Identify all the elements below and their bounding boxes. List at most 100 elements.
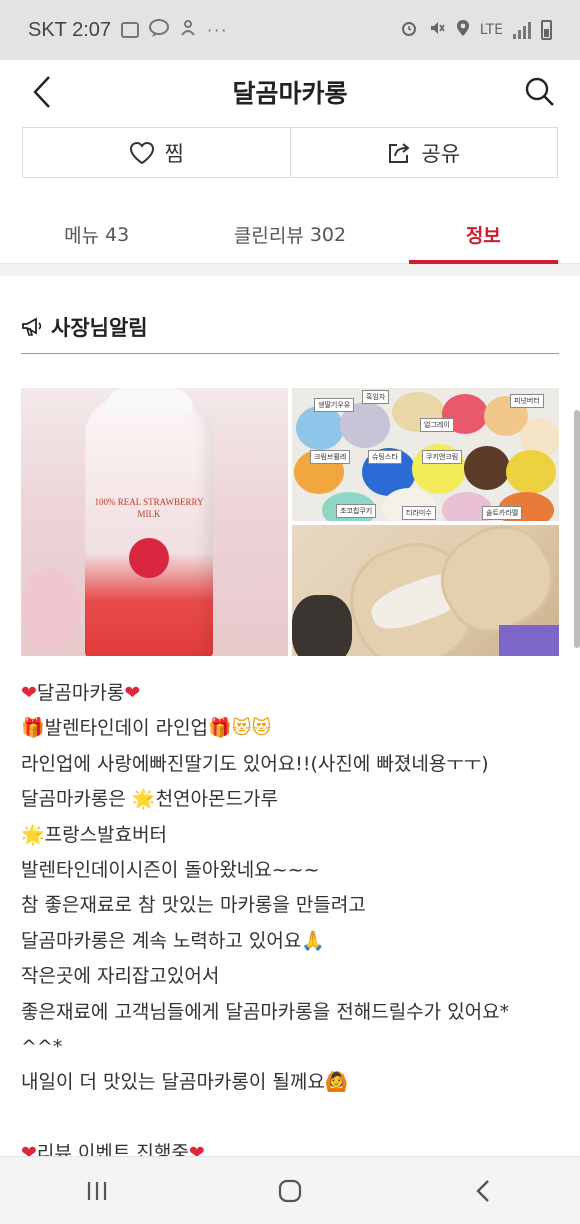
gift-cat-icons: 🎁😻😻	[208, 717, 272, 740]
network-type: LTE	[479, 22, 503, 38]
tab-menu-label: 메뉴	[64, 225, 100, 247]
alarm-icon	[400, 19, 418, 41]
share-icon	[389, 142, 411, 163]
heart-icon: ❤	[188, 1141, 205, 1156]
like-button[interactable]: 찜	[23, 128, 290, 177]
post-line-text: 내일이 더 맛있는 달곰마카롱이 될께요	[21, 1071, 325, 1094]
post-line: 라인업에 사랑에빠진딸기도 있어요!!(사진에 빠졌네용ㅜㅜ)	[21, 747, 559, 782]
post-line-text: 작은곳에 자리잡고있어서	[21, 965, 220, 988]
sparkle-icon: 🌟	[21, 823, 45, 846]
post-line: 발렌타인데이시즌이 돌아왔네요~~~	[21, 853, 559, 888]
home-icon	[278, 1179, 302, 1202]
post-line: ❤달곰마카롱❤	[21, 676, 559, 711]
battery-icon	[541, 20, 552, 40]
heart-icon: ❤	[124, 682, 141, 704]
post-line-text: ^^*	[21, 1036, 63, 1059]
purple-background-image	[499, 625, 559, 656]
gift-icon: 🎁	[21, 717, 45, 740]
macaron-tag: 초코칩쿠키	[336, 504, 377, 518]
post-line: 🎁발렌타인데이 라인업🎁😻😻	[21, 711, 559, 746]
notice-title: 사장님알림	[51, 315, 148, 340]
macaron-tag: 티라미수	[402, 506, 436, 520]
scrollbar[interactable]	[574, 410, 580, 648]
more-notifications-icon: ···	[207, 20, 229, 40]
post-line-text: 리뷰 이벤트 진행중	[36, 1141, 189, 1156]
post-line-text: 프랑스발효버터	[44, 823, 168, 846]
heart-icon: ❤	[21, 682, 37, 704]
gesture-icon: 🙆	[324, 1071, 349, 1094]
tab-bar: 메뉴 43 클린리뷰 302 정보	[0, 206, 580, 264]
post-line: 🌟프랑스발효버터	[21, 818, 559, 853]
notice-photos: 100% REAL STRAWBERRY MILK 생딸기우유 흑임자 얼그레이…	[21, 388, 559, 656]
status-bar: SKT 2:07 ··· LTE	[0, 0, 580, 60]
tab-clean-review[interactable]: 클린리뷰 302	[193, 206, 386, 263]
cookie-macaron-photo[interactable]	[292, 525, 559, 656]
recent-apps-icon	[87, 1181, 106, 1200]
background-blur-image	[21, 568, 81, 648]
signal-icon	[513, 21, 531, 39]
post-line-text: 참 좋은재료로 참 맛있는 마카롱을 만들려고	[21, 894, 366, 917]
bottle-cap-image	[105, 388, 193, 414]
tab-review-label: 클린리뷰	[233, 225, 304, 247]
macaron-tag: 얼그레이	[420, 418, 454, 432]
post-line-text: 발렌타인데이시즌이 돌아왔네요~~~	[21, 859, 320, 882]
strawberry-milk-photo[interactable]: 100% REAL STRAWBERRY MILK	[21, 388, 288, 656]
post-line: 내일이 더 맛있는 달곰마카롱이 될께요🙆	[21, 1065, 559, 1100]
macaron-tag: 쿠키앤크림	[422, 450, 463, 464]
post-line-text: 라인업에 사랑에빠진딸기도 있어요!!(사진에 빠졌네용ㅜㅜ)	[21, 752, 489, 775]
megaphone-icon	[22, 316, 42, 336]
post-line: 참 좋은재료로 참 맛있는 마카롱을 만들려고	[21, 888, 559, 923]
gallery-icon	[121, 22, 140, 38]
tab-menu-count: 43	[105, 223, 130, 246]
recent-apps-button[interactable]	[67, 1167, 127, 1215]
post-line: ^^*	[21, 1030, 559, 1065]
post-line-text: 달곰마카롱	[36, 682, 125, 704]
search-button[interactable]	[516, 68, 564, 116]
post-line: 달곰마카롱은 계속 노력하고 있어요🙏	[21, 924, 559, 959]
macaron-tag: 크림브륄레	[310, 450, 351, 464]
tab-info-label: 정보	[465, 225, 501, 247]
message-icon	[149, 18, 170, 42]
nav-back-button[interactable]	[453, 1167, 513, 1215]
search-icon	[525, 77, 554, 106]
macaron-tag: 피넛버터	[510, 394, 544, 408]
tab-review-count: 302	[309, 223, 347, 246]
home-button[interactable]	[260, 1167, 320, 1215]
back-button[interactable]	[18, 68, 66, 116]
tab-info[interactable]: 정보	[387, 206, 580, 264]
post-line: ❤리뷰 이벤트 진행중❤	[21, 1136, 559, 1156]
location-icon	[456, 19, 470, 41]
macaron-image	[464, 446, 510, 490]
notice-body: ❤달곰마카롱❤ 🎁발렌타인데이 라인업🎁😻😻 라인업에 사랑에빠진딸기도 있어요…	[21, 676, 559, 1156]
share-button[interactable]: 공유	[289, 128, 558, 177]
heart-icon: ❤	[21, 1141, 37, 1156]
macaron-tag: 슈팅스타	[368, 450, 402, 464]
post-line-text: 좋은재료에 고객님들에게 달곰마카롱을 전해드릴수가 있어요*	[21, 1000, 510, 1023]
pray-icon: 🙏	[301, 929, 325, 952]
page-title: 달곰마카롱	[232, 79, 348, 108]
notice-header: 사장님알림	[21, 276, 559, 354]
photo-right-column: 생딸기우유 흑임자 얼그레이 피넛버터 크림브륄레 슈팅스타 쿠키앤크림 초코칩…	[292, 388, 559, 656]
owner-notice-section: 사장님알림 100% REAL STRAWBERRY MILK 생딸기우유 흑임…	[0, 276, 580, 1156]
dark-cookie-image	[292, 595, 352, 656]
macaron-image	[296, 406, 344, 450]
mute-icon	[428, 19, 446, 41]
chevron-left-icon	[33, 76, 50, 108]
back-arrow-icon	[476, 1179, 490, 1202]
macaron-image	[506, 450, 556, 494]
system-nav-bar	[0, 1156, 580, 1224]
macaron-tag: 흑임자	[362, 390, 390, 404]
app-notification-icon	[179, 19, 197, 42]
status-right: LTE	[400, 19, 552, 41]
macaron-tag: 생딸기우유	[314, 398, 355, 412]
post-line: 좋은재료에 고객님들에게 달곰마카롱을 전해드릴수가 있어요*	[21, 995, 559, 1030]
post-line: 작은곳에 자리잡고있어서	[21, 959, 559, 994]
strawberry-image	[129, 538, 169, 578]
section-divider	[0, 264, 580, 276]
tab-menu[interactable]: 메뉴 43	[0, 206, 193, 263]
macaron-lineup-photo[interactable]: 생딸기우유 흑임자 얼그레이 피넛버터 크림브륄레 슈팅스타 쿠키앤크림 초코칩…	[292, 388, 559, 521]
sparkle-text: 🌟천연아몬드가루	[131, 788, 278, 811]
post-line-text: 달곰마카롱은 계속 노력하고 있어요	[21, 929, 302, 952]
heart-icon	[129, 141, 154, 164]
